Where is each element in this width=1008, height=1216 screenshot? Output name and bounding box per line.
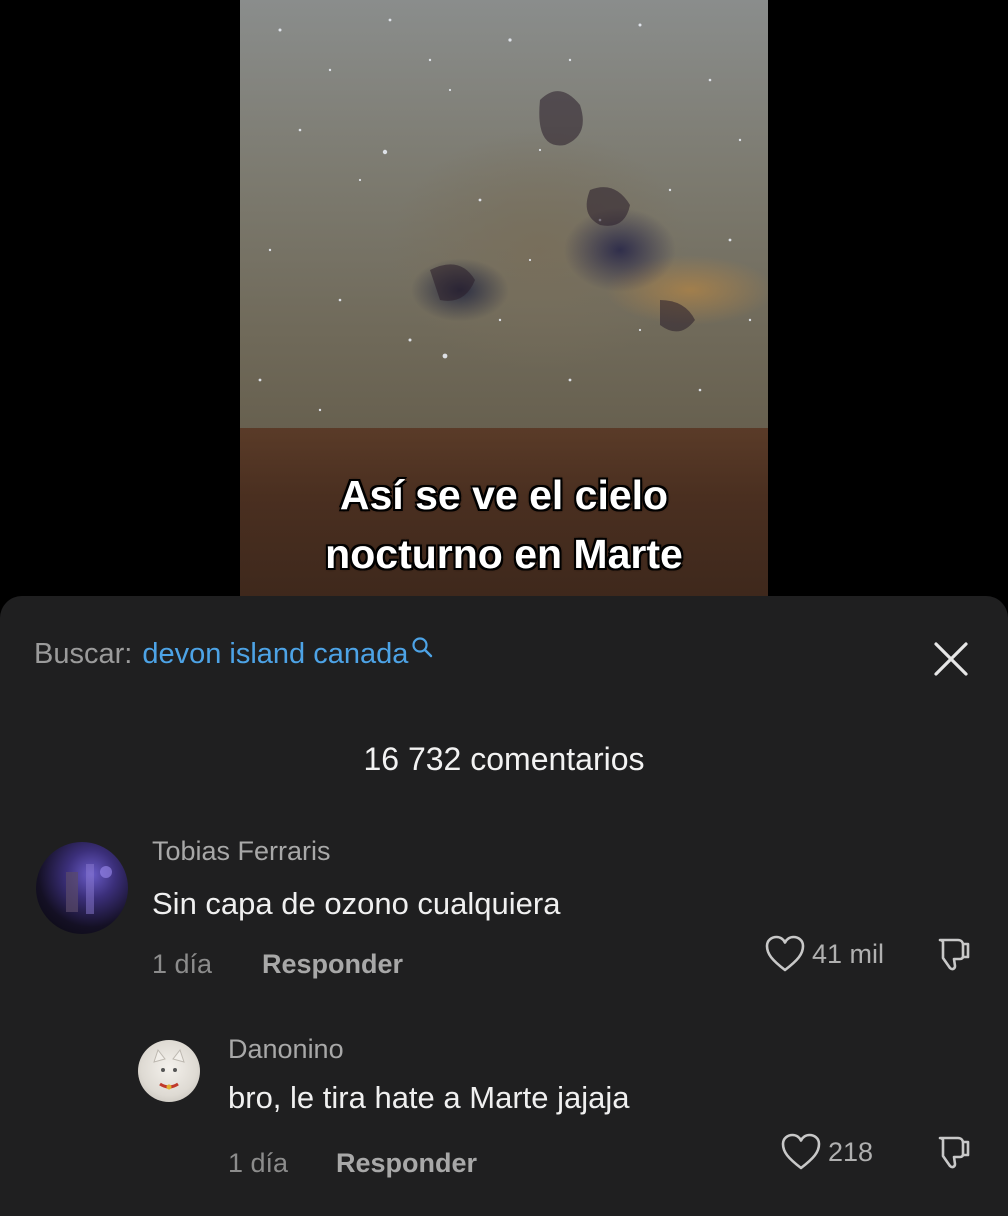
comment-text: Sin capa de ozono cualquiera <box>152 886 561 921</box>
comment-author[interactable]: Danonino <box>228 1034 344 1065</box>
cat-avatar-image <box>153 1048 185 1090</box>
caption-line-2: nocturno en Marte <box>325 531 683 577</box>
avatar[interactable] <box>138 1040 200 1102</box>
reply-button[interactable]: Responder <box>336 1148 477 1179</box>
avatar-photo <box>66 864 112 914</box>
like-button[interactable]: 218 <box>780 1132 873 1172</box>
comment-author[interactable]: Tobias Ferraris <box>152 836 331 867</box>
dislike-icon[interactable] <box>932 934 972 974</box>
search-query-link[interactable]: devon island canada <box>142 638 408 671</box>
heart-icon <box>781 1133 821 1170</box>
video-frame[interactable]: Así se ve el cielo nocturno en Marte <box>240 0 768 600</box>
like-count: 41 mil <box>812 938 885 969</box>
dislike-icon[interactable] <box>932 1132 972 1172</box>
close-icon[interactable] <box>932 640 970 678</box>
search-icon[interactable] <box>411 636 433 658</box>
comments-count: 16 732 comentarios <box>363 741 645 777</box>
reply-button[interactable]: Responder <box>262 949 403 980</box>
search-suggestion[interactable]: Buscar: devon island canada <box>34 636 433 671</box>
like-count: 218 <box>828 1136 874 1167</box>
video-caption: Así se ve el cielo nocturno en Marte <box>240 466 768 584</box>
search-label: Buscar: <box>34 638 133 670</box>
comment-time: 1 día <box>152 949 213 979</box>
avatar[interactable] <box>36 842 128 934</box>
caption-line-1: Así se ve el cielo <box>339 472 669 518</box>
comments-panel: Buscar: devon island canada 16 732 comen… <box>0 596 1008 1216</box>
night-sky-image <box>258 18 752 412</box>
like-button[interactable]: 41 mil <box>764 934 884 974</box>
heart-icon <box>765 935 805 972</box>
comment-text: bro, le tira hate a Marte jajaja <box>228 1080 630 1115</box>
comment-time: 1 día <box>228 1148 289 1178</box>
